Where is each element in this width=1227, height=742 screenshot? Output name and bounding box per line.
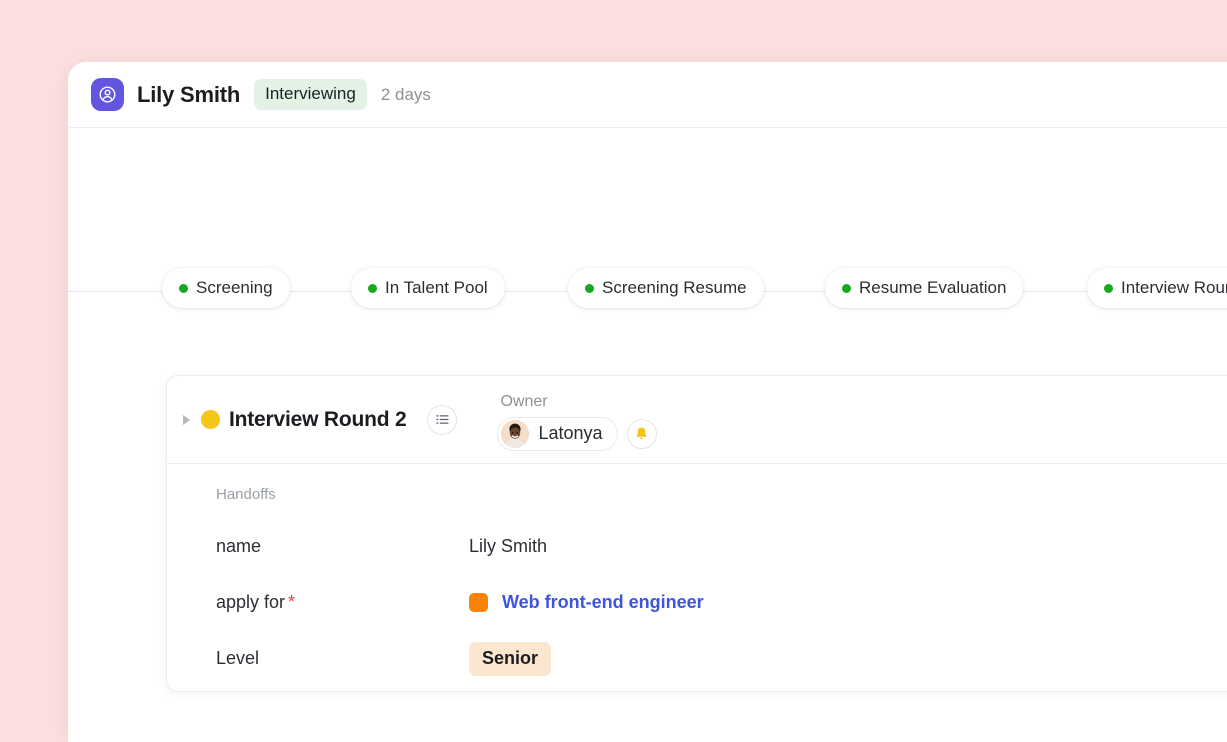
- color-swatch-icon: [469, 593, 488, 612]
- pipeline-chip-screening[interactable]: Screening: [162, 268, 290, 308]
- field-row-name: name Lily Smith: [216, 528, 1227, 565]
- pipeline-chip-label: Interview Round I: [1121, 278, 1227, 297]
- pipeline-stages: Screening In Talent Pool Screening Resum…: [68, 268, 1227, 316]
- status-dot-icon: [1104, 283, 1113, 293]
- status-badge[interactable]: Interviewing: [254, 79, 367, 110]
- field-label-text: apply for: [216, 592, 286, 612]
- pipeline-chip-label: Screening: [196, 278, 273, 297]
- field-label: Level: [216, 648, 469, 669]
- candidate-avatar-tile: [91, 78, 124, 111]
- bell-icon: [634, 426, 649, 441]
- field-value-level: Senior: [469, 641, 552, 676]
- job-position-link[interactable]: Web front-end engineer: [502, 592, 704, 613]
- field-row-apply-for: apply for * Web front-end engineer: [216, 584, 1227, 621]
- field-label-text: Level: [216, 648, 260, 668]
- application-panel: Lily Smith Interviewing 2 days Screening…: [68, 62, 1227, 742]
- handoffs-fields: Handoffs name Lily Smith apply for * Web …: [167, 464, 1227, 677]
- status-dot-icon: [842, 283, 851, 293]
- field-value-text: Lily Smith: [469, 536, 548, 556]
- field-label: apply for *: [216, 592, 469, 613]
- candidate-header: Lily Smith Interviewing 2 days: [68, 62, 1227, 128]
- owner-block: Owner Latonya: [497, 392, 657, 451]
- pipeline-chip-label: Screening Resume: [602, 278, 747, 297]
- required-asterisk: *: [288, 592, 296, 612]
- list-icon-button[interactable]: [427, 404, 458, 435]
- stage-detail-card: Interview Round 2 Owner Latonya Handoffs…: [166, 375, 1227, 692]
- user-circle-icon: [98, 85, 117, 104]
- status-dot-icon: [179, 283, 188, 293]
- candidate-name: Lily Smith: [137, 81, 241, 107]
- pipeline-chip-resume-evaluation[interactable]: Resume Evaluation: [825, 268, 1024, 308]
- notification-button[interactable]: [626, 418, 657, 449]
- status-dot-icon: [585, 283, 594, 293]
- field-label: name: [216, 536, 469, 557]
- section-label: Handoffs: [216, 486, 276, 503]
- pipeline-chip-label: Resume Evaluation: [859, 278, 1007, 297]
- pipeline-chip-in-talent-pool[interactable]: In Talent Pool: [351, 268, 505, 308]
- field-label-text: name: [216, 536, 262, 556]
- stage-card-header: Interview Round 2 Owner Latonya: [167, 376, 1227, 464]
- triangle-right-icon[interactable]: [183, 414, 190, 425]
- status-dot-icon: [368, 283, 377, 293]
- level-badge[interactable]: Senior: [469, 641, 552, 676]
- owner-chip[interactable]: Latonya: [497, 416, 618, 451]
- avatar: [501, 419, 530, 448]
- field-value-apply-for: Web front-end engineer: [469, 592, 704, 613]
- list-icon: [435, 412, 450, 427]
- owner-row: Latonya: [497, 416, 657, 451]
- stage-status-dot-icon: [201, 410, 220, 429]
- pipeline-chip-label: In Talent Pool: [385, 278, 488, 297]
- elapsed-time: 2 days: [380, 84, 431, 104]
- field-value-name[interactable]: Lily Smith: [469, 536, 547, 557]
- stage-title: Interview Round 2: [229, 407, 407, 431]
- pipeline-chip-interview-round-i[interactable]: Interview Round I: [1087, 268, 1227, 308]
- owner-name: Latonya: [538, 423, 603, 443]
- owner-label: Owner: [500, 392, 548, 410]
- field-row-level: Level Senior: [216, 640, 1227, 677]
- pipeline-chip-screening-resume[interactable]: Screening Resume: [568, 268, 764, 308]
